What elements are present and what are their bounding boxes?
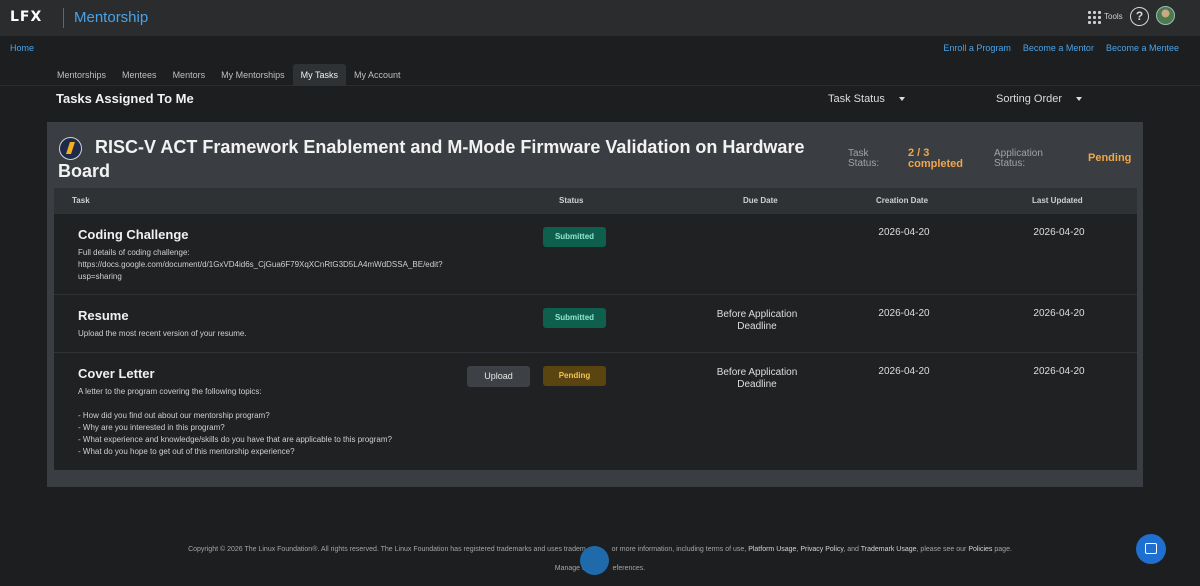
column-header-status: Status [559,196,584,205]
tasks-table: Task Status Due Date Creation Date Last … [54,188,1137,470]
table-row: Resume Upload the most recent version of… [54,294,1137,352]
manage-suffix: eferences. [612,565,646,572]
tab-my-tasks[interactable]: My Tasks [292,64,346,86]
sorting-order-label: Sorting Order [996,93,1063,105]
home-link[interactable]: Home [10,43,34,53]
creation-date: 2026-04-20 [878,227,930,238]
due-date-line-1: Before Application [716,367,798,378]
task-status-value-2: completed [908,158,964,170]
grid-icon[interactable] [1088,11,1101,24]
become-mentee-link[interactable]: Become a Mentee [1106,43,1179,53]
app-title[interactable]: Mentorship [74,9,148,26]
status-badge: Submitted [543,227,606,247]
help-icon[interactable]: ? [1130,7,1149,26]
copyright-text-tail: or more information, including terms of … [611,546,747,553]
platform-usage-link[interactable]: Platform Usage [748,546,796,553]
creation-date: 2026-04-20 [878,308,930,319]
become-mentor-link[interactable]: Become a Mentor [1023,43,1094,53]
logo-divider [63,8,64,28]
creation-date: 2026-04-20 [878,366,930,377]
tab-mentees[interactable]: Mentees [114,64,165,86]
chevron-down-icon [1076,97,1083,102]
sub-nav: Home Enroll a Program Become a Mentor Be… [0,36,1200,86]
tab-mentors[interactable]: Mentors [165,64,214,86]
status-badge: Pending [543,366,606,386]
program-card: RISC-V ACT Framework Enablement and M-Mo… [47,122,1143,487]
task-status-label: Task Status [828,93,885,105]
top-links: Enroll a Program Become a Mentor Become … [943,43,1179,53]
task-title: Coding Challenge [78,227,189,242]
table-row: Cover Letter A letter to the program cov… [54,352,1137,470]
user-avatar[interactable] [1156,6,1175,25]
chat-icon[interactable] [1136,534,1166,564]
column-header-task: Task [72,196,90,205]
task-title: Cover Letter [78,366,155,381]
tools-label[interactable]: Tools [1104,12,1123,21]
task-description: Full details of coding challenge: https:… [78,248,443,281]
lfx-logo[interactable]: LFX [10,9,42,25]
tab-my-mentorships[interactable]: My Mentorships [213,64,293,86]
tab-mentorships[interactable]: Mentorships [49,64,114,86]
tab-bar: Mentorships Mentees Mentors My Mentorshi… [49,64,408,86]
status-badge: Submitted [543,308,606,328]
task-description: A letter to the program covering the fol… [78,387,392,456]
upload-button[interactable]: Upload [467,366,530,387]
application-status-label-2: Status: [994,158,1026,169]
footer-and: and [847,546,859,553]
application-status-value: Pending [1088,152,1132,164]
column-header-creation-date: Creation Date [876,196,929,205]
due-date-line-2: Deadline [737,379,777,390]
copyright-text: Copyright © 2026 The Linux Foundation®. … [188,546,586,553]
top-bar: LFX Mentorship Tools ? [0,0,1200,36]
column-header-last-updated: Last Updated [1032,196,1083,205]
page-title: Tasks Assigned To Me [56,91,194,106]
due-date-line-2: Deadline [737,321,777,332]
task-title: Resume [78,308,129,323]
policies-link[interactable]: Policies [968,546,992,553]
last-updated: 2026-04-20 [1033,366,1085,377]
enroll-program-link[interactable]: Enroll a Program [943,43,1011,53]
last-updated: 2026-04-20 [1033,227,1085,238]
program-title[interactable]: RISC-V ACT Framework Enablement and M-Mo… [58,135,853,183]
table-header: Task Status Due Date Creation Date Last … [54,188,1137,213]
task-status-label-2: Status: [848,158,880,169]
task-status-dropdown[interactable]: Task Status [828,93,905,105]
cursor-indicator [580,546,609,575]
trademark-usage-link[interactable]: Trademark Usage [861,546,917,553]
sorting-order-dropdown[interactable]: Sorting Order [996,93,1083,105]
column-header-due-date: Due Date [743,196,778,205]
privacy-policy-link[interactable]: Privacy Policy [800,546,843,553]
tab-my-account[interactable]: My Account [346,64,409,86]
last-updated: 2026-04-20 [1033,308,1085,319]
chevron-down-icon [898,97,905,102]
table-row: Coding Challenge Full details of coding … [54,213,1137,294]
policies-prefix: , please see our [916,546,967,553]
policies-suffix: page. [994,546,1012,553]
due-date-line-1: Before Application [716,309,798,320]
task-description: Upload the most recent version of your r… [78,329,247,338]
